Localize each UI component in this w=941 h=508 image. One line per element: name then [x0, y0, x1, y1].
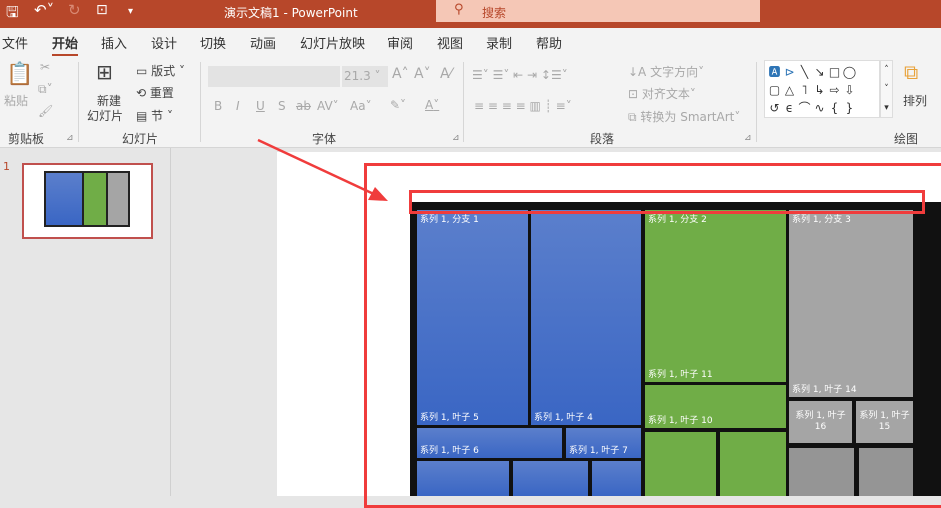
- annotation-arrow-icon: [257, 138, 388, 201]
